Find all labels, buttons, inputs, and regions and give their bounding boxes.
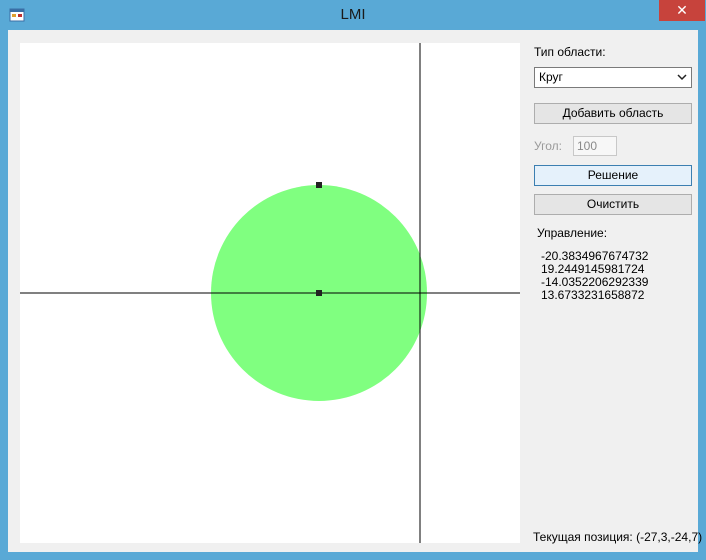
drawing-canvas[interactable] <box>20 43 520 543</box>
center-handle[interactable] <box>316 290 322 296</box>
form-client-area: Тип области: Круг Добавить область Угол:… <box>8 30 702 552</box>
plot-area[interactable] <box>20 43 520 543</box>
title-bar[interactable]: LMI ✕ <box>0 0 706 30</box>
close-icon: ✕ <box>676 2 688 18</box>
angle-label: Угол: <box>534 139 562 153</box>
chevron-down-icon <box>677 74 687 81</box>
current-position-status: Текущая позиция: (-27,3,-24,7) <box>533 530 703 544</box>
clear-button[interactable]: Очистить <box>534 194 692 215</box>
radius-handle[interactable] <box>316 182 322 188</box>
control-value: 13.6733231658872 <box>541 288 645 302</box>
window-title: LMI <box>340 6 366 23</box>
control-label: Управление: <box>537 226 608 240</box>
control-values: -20.3834967674732 19.2449145981724 -14.0… <box>541 250 648 302</box>
region-type-label: Тип области: <box>534 45 606 59</box>
close-button[interactable]: ✕ <box>659 0 705 21</box>
app-window: LMI ✕ Тип области: Круг Добавить область… <box>0 0 706 560</box>
solve-button[interactable]: Решение <box>534 165 692 186</box>
region-type-value: Круг <box>539 70 563 84</box>
angle-input[interactable]: 100 <box>573 136 617 156</box>
region-type-select[interactable]: Круг <box>534 67 692 88</box>
add-region-button[interactable]: Добавить область <box>534 103 692 124</box>
